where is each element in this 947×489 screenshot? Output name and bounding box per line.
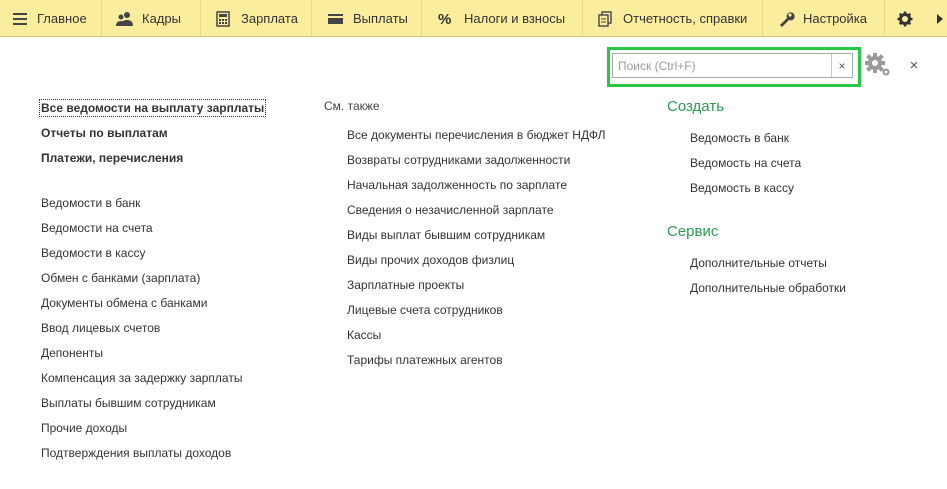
menu-item-reports[interactable]: Отчетность, справки: [597, 0, 747, 37]
list-item[interactable]: Выплаты бывшим сотрудникам: [41, 396, 216, 410]
menu-item-label: Налоги и взносы: [464, 11, 566, 26]
list-item[interactable]: Дополнительные отчеты: [690, 256, 827, 270]
documents-icon: [597, 10, 615, 27]
service-heading: Сервис: [667, 223, 719, 240]
list-item[interactable]: Прочие доходы: [41, 421, 127, 435]
list-item[interactable]: Ведомость в банк: [690, 131, 789, 145]
menu-item-payments[interactable]: Выплаты: [327, 0, 408, 37]
percent-icon: %: [438, 10, 452, 28]
list-item[interactable]: Тарифы платежных агентов: [347, 353, 503, 367]
menu-item-label: Главное: [37, 11, 87, 26]
menu-divider: [200, 0, 201, 37]
link-payments-transfers[interactable]: Платежи, перечисления: [41, 151, 183, 165]
menu-item-staff[interactable]: Кадры: [116, 0, 181, 37]
calculator-icon: [215, 10, 233, 27]
list-item[interactable]: Ввод лицевых счетов: [41, 321, 160, 335]
menu-divider: [101, 0, 102, 37]
link-all-payroll-statements[interactable]: Все ведомости на выплату зарплаты: [38, 99, 267, 117]
menu-item-label: Выплаты: [353, 11, 408, 26]
list-item[interactable]: Виды прочих доходов физлиц: [347, 253, 514, 267]
create-heading: Создать: [667, 98, 725, 115]
menu-item-more-settings[interactable]: [897, 0, 923, 37]
menu-item-label: Настройка: [803, 11, 867, 26]
menu-item-label: Отчетность, справки: [623, 11, 748, 26]
chevron-right-icon: [937, 13, 943, 24]
gear-icon: [897, 11, 915, 27]
hamburger-menu-icon: [11, 11, 29, 27]
list-item[interactable]: Возвраты сотрудниками задолженности: [347, 153, 570, 167]
top-menu-bar: Главное Кадры Зарплата Выплаты % Налоги …: [0, 0, 947, 37]
list-item[interactable]: Кассы: [347, 328, 381, 342]
menu-item-salary[interactable]: Зарплата: [215, 0, 298, 37]
list-item[interactable]: Компенсация за задержку зарплаты: [41, 371, 242, 385]
menu-item-settings[interactable]: Настройка: [777, 0, 867, 37]
menu-item-main[interactable]: Главное: [11, 0, 87, 37]
menu-item-label: Кадры: [142, 11, 181, 26]
search-input[interactable]: [613, 54, 831, 77]
wallet-icon: [327, 11, 345, 27]
list-item[interactable]: Виды выплат бывшим сотрудникам: [347, 228, 545, 242]
list-item[interactable]: Сведения о незачисленной зарплате: [347, 203, 554, 217]
menu-divider: [884, 0, 885, 37]
menu-divider: [421, 0, 422, 37]
menu-item-taxes[interactable]: % Налоги и взносы: [438, 0, 565, 37]
list-item[interactable]: Начальная задолженность по зарплате: [347, 178, 567, 192]
panel-settings-button[interactable]: [864, 52, 892, 78]
menu-scroll-right-button[interactable]: [933, 0, 947, 37]
wrench-icon: [777, 11, 795, 27]
menu-divider: [311, 0, 312, 37]
gear-icon: [865, 53, 890, 76]
list-item[interactable]: Подтверждения выплаты доходов: [41, 446, 231, 460]
search-clear-button[interactable]: ×: [831, 54, 852, 77]
link-payment-reports[interactable]: Отчеты по выплатам: [41, 126, 168, 140]
list-item[interactable]: Лицевые счета сотрудников: [347, 303, 503, 317]
list-item[interactable]: Все документы перечисления в бюджет НДФЛ: [347, 128, 605, 142]
list-item[interactable]: Ведомости в банк: [41, 196, 140, 210]
people-icon: [116, 11, 134, 27]
list-item[interactable]: Ведомость на счета: [690, 156, 801, 170]
menu-item-label: Зарплата: [241, 11, 298, 26]
search-box: ×: [612, 53, 853, 78]
list-item[interactable]: Документы обмена с банками: [41, 296, 207, 310]
list-item[interactable]: Дополнительные обработки: [690, 281, 846, 295]
list-item[interactable]: Ведомость в кассу: [690, 181, 794, 195]
list-item[interactable]: Депоненты: [41, 346, 103, 360]
list-item[interactable]: Зарплатные проекты: [347, 278, 464, 292]
menu-divider: [582, 0, 583, 37]
see-also-heading: См. также: [324, 99, 380, 113]
list-item[interactable]: Обмен с банками (зарплата): [41, 271, 200, 285]
menu-divider: [762, 0, 763, 37]
list-item[interactable]: Ведомости на счета: [41, 221, 153, 235]
close-button[interactable]: ×: [905, 56, 923, 74]
list-item[interactable]: Ведомости в кассу: [41, 246, 145, 260]
